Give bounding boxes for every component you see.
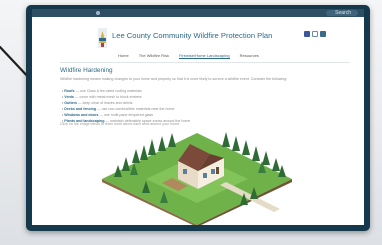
monitor-frame: Search Lee County Community Wildfire Pro… bbox=[26, 5, 370, 231]
list-item-term: Windows and doors bbox=[64, 113, 99, 117]
image-instructions: Click on the image below to learn more a… bbox=[60, 122, 181, 126]
site-title[interactable]: Lee County Community Wildfire Protection… bbox=[112, 31, 272, 40]
browser-screen: Search Lee County Community Wildfire Pro… bbox=[32, 9, 364, 225]
feed-icon[interactable] bbox=[320, 31, 326, 37]
hardening-list: Roofs — use Class A fire-rated roofing m… bbox=[62, 88, 190, 124]
list-item-text: — use multi-pane tempered glass bbox=[98, 113, 154, 117]
section-title: Wildfire Hardening bbox=[60, 67, 113, 74]
intro-paragraph: Wildfire hardening means making changes … bbox=[60, 77, 288, 81]
nav-item-wildfire-risk[interactable]: The Wildfire Risk bbox=[139, 53, 169, 58]
top-bar: Search bbox=[32, 9, 364, 17]
list-item-term: Gutters bbox=[64, 101, 78, 105]
nav-item-firewise-home-landscaping[interactable]: Firewise/Home Landscaping bbox=[179, 53, 230, 59]
list-item-term: Roofs bbox=[64, 89, 75, 93]
list-item-text: — use non-combustible materials near the… bbox=[96, 107, 175, 111]
nav-item-home[interactable]: Home bbox=[118, 53, 129, 58]
home-icon[interactable] bbox=[96, 11, 100, 15]
county-logo-icon[interactable] bbox=[98, 28, 107, 48]
list-item-text: — cover with metal mesh to block embers bbox=[73, 95, 142, 99]
facebook-icon[interactable] bbox=[304, 31, 310, 37]
share-icon[interactable] bbox=[312, 31, 318, 37]
main-nav: Home The Wildfire Risk Firewise/Home Lan… bbox=[118, 53, 268, 59]
list-item-text: — use Class A fire-rated roofing materia… bbox=[74, 89, 142, 93]
search-label: Search bbox=[335, 10, 351, 16]
nav-item-resources[interactable]: Resources bbox=[240, 53, 259, 58]
list-item-term: Decks and fencing bbox=[64, 107, 97, 111]
list-item-term: Vents bbox=[64, 95, 74, 99]
list-item-text: — keep clear of leaves and debris bbox=[77, 101, 133, 105]
nav-divider bbox=[60, 62, 350, 63]
home-ignition-zone-illustration[interactable] bbox=[102, 127, 292, 225]
